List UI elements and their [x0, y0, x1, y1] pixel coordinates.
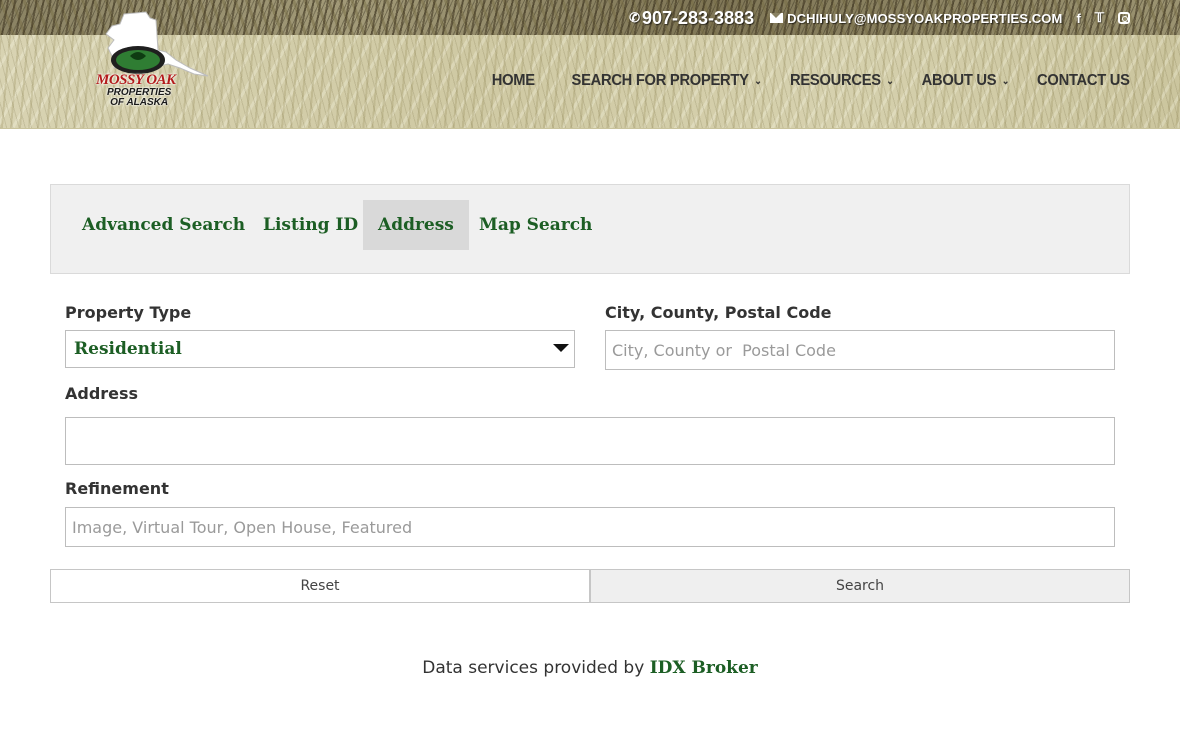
- refinement-input[interactable]: [66, 508, 1114, 546]
- property-type-value: Residential: [74, 339, 182, 359]
- logo-sub-text: PROPERTIES OF ALASKA: [107, 88, 171, 108]
- address-label: Address: [65, 384, 139, 403]
- nav-contact-label: CONTACT US: [1037, 72, 1130, 89]
- nav-home[interactable]: HOME: [492, 72, 535, 90]
- tab-advanced-search[interactable]: Advanced Search: [67, 200, 260, 250]
- nav-home-label: HOME: [491, 72, 535, 89]
- email-link[interactable]: DCHIHULY@MOSSYOAKPROPERTIES.COM: [770, 11, 1062, 26]
- header-contact: ✆ 907-283-3883 DCHIHULY@MOSSYOAKPROPERTI…: [629, 6, 1130, 30]
- site-logo[interactable]: MOSSY OAK PROPERTIES OF ALASKA: [94, 10, 212, 112]
- nav-search-for-property[interactable]: SEARCH FOR PROPERTY ⌄: [571, 72, 761, 90]
- tab-map-search[interactable]: Map Search: [464, 200, 607, 250]
- data-services-credit: Data services provided by IDX Broker: [0, 658, 1180, 678]
- city-input[interactable]: [606, 331, 1114, 369]
- social-links: f 𝕋: [1076, 10, 1130, 26]
- search-tabs-panel: Advanced Search Listing ID Address Map S…: [50, 184, 1130, 274]
- tab-listing-id[interactable]: Listing ID: [248, 200, 373, 250]
- nav-contact-us[interactable]: CONTACT US: [1037, 72, 1130, 90]
- tab-address[interactable]: Address: [363, 200, 469, 250]
- nav-about-us[interactable]: ABOUT US ⌄: [922, 72, 1010, 90]
- search-button[interactable]: Search: [590, 569, 1130, 603]
- address-field-wrapper: [65, 417, 1115, 465]
- phone-number: 907-283-3883: [642, 7, 755, 28]
- refinement-field-wrapper: [65, 507, 1115, 547]
- nav-about-label: ABOUT US: [921, 72, 997, 89]
- envelope-icon: [770, 13, 784, 23]
- phone-icon: ✆: [629, 10, 640, 25]
- chevron-down-icon: ⌄: [1001, 75, 1010, 87]
- logo-line-of-alaska: OF ALASKA: [110, 97, 169, 108]
- primary-navigation: HOME SEARCH FOR PROPERTY ⌄ RESOURCES ⌄ A…: [488, 72, 1131, 90]
- city-field-wrapper: [605, 330, 1115, 370]
- credit-prefix: Data services provided by: [422, 658, 650, 678]
- chevron-down-icon: ⌄: [753, 75, 762, 87]
- idx-broker-link[interactable]: IDX Broker: [650, 658, 758, 678]
- address-input[interactable]: [66, 418, 1114, 464]
- nav-resources[interactable]: RESOURCES ⌄: [790, 72, 894, 90]
- reset-button[interactable]: Reset: [50, 569, 590, 603]
- phone-link[interactable]: ✆ 907-283-3883: [629, 8, 754, 29]
- facebook-icon[interactable]: f: [1076, 11, 1080, 26]
- nav-search-label: SEARCH FOR PROPERTY: [571, 72, 749, 89]
- instagram-icon[interactable]: [1118, 12, 1130, 24]
- email-address: DCHIHULY@MOSSYOAKPROPERTIES.COM: [787, 10, 1063, 26]
- property-type-select[interactable]: Residential: [65, 330, 575, 368]
- twitter-icon[interactable]: 𝕋: [1095, 10, 1104, 26]
- property-type-label: Property Type: [65, 303, 192, 322]
- dropdown-arrow-icon: [553, 344, 569, 352]
- chevron-down-icon: ⌄: [886, 75, 895, 87]
- city-label: City, County, Postal Code: [605, 303, 832, 322]
- nav-resources-label: RESOURCES: [790, 72, 882, 89]
- refinement-label: Refinement: [65, 479, 169, 498]
